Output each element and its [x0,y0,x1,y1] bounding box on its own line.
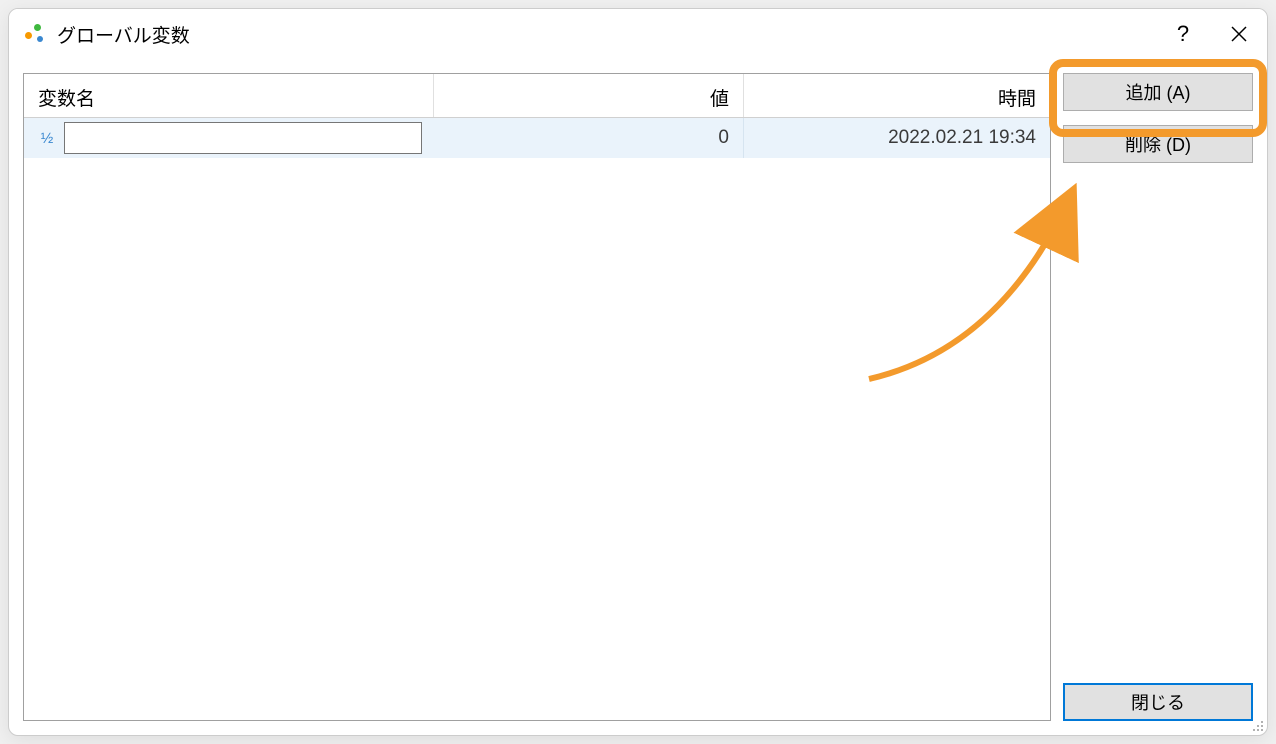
cell-time: 2022.02.21 19:34 [744,118,1050,158]
dialog-body: 変数名 値 時間 ½ 0 2022.02.21 19:34 追加 (A) 削除 … [9,59,1267,735]
titlebar: グローバル変数 ? [9,9,1267,59]
variable-name-input[interactable] [64,122,422,154]
window-title: グローバル変数 [57,21,1155,48]
titlebar-buttons: ? [1155,9,1267,59]
fraction-icon: ½ [36,130,58,147]
app-icon [25,24,45,44]
resize-grip-icon[interactable] [1249,717,1265,733]
column-header-time[interactable]: 時間 [744,74,1050,117]
cell-name: ½ [24,118,434,158]
side-panel: 追加 (A) 削除 (D) [1063,73,1253,721]
variables-table: 変数名 値 時間 ½ 0 2022.02.21 19:34 [23,73,1051,721]
footer: 閉じる [1063,683,1253,721]
table-row[interactable]: ½ 0 2022.02.21 19:34 [24,118,1050,158]
column-header-value[interactable]: 値 [434,74,744,117]
close-button[interactable]: 閉じる [1063,683,1253,721]
column-header-name[interactable]: 変数名 [24,74,434,117]
close-icon [1231,26,1247,42]
dialog-window: グローバル変数 ? 変数名 値 時間 ½ 0 [8,8,1268,736]
table-header: 変数名 値 時間 [24,74,1050,118]
cell-value[interactable]: 0 [434,118,744,158]
delete-button[interactable]: 削除 (D) [1063,125,1253,163]
close-window-button[interactable] [1211,9,1267,59]
add-button[interactable]: 追加 (A) [1063,73,1253,111]
help-button[interactable]: ? [1155,9,1211,59]
